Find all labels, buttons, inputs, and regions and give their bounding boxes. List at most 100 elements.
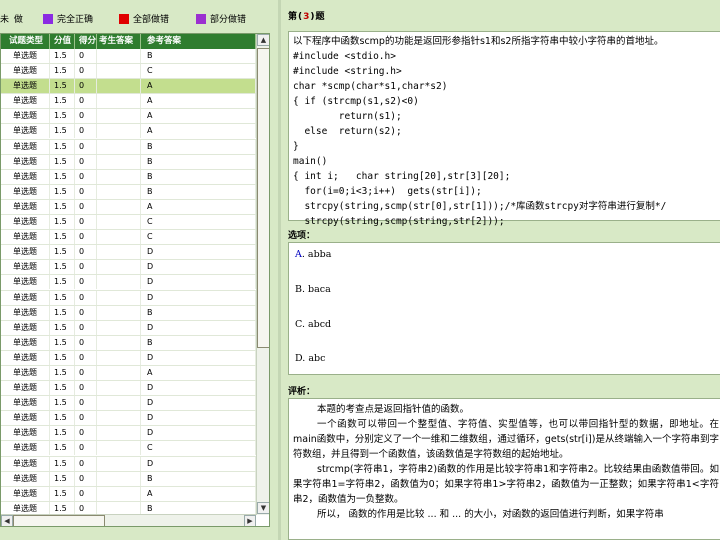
cell-reference-answer: B [141,169,256,184]
table-row[interactable]: 单选题 1.5 0 B [1,305,256,321]
cell-student-answer [97,154,141,169]
table-row[interactable]: 单选题 1.5 0 D [1,245,256,261]
table-row[interactable]: 单选题 1.5 0 C [1,230,256,246]
table-row[interactable]: 单选题 1.5 0 B [1,49,256,65]
cell-student-answer [97,245,141,260]
cell-type: 单选题 [1,230,50,245]
legend-swatch-partial [196,13,206,24]
cell-type: 单选题 [1,275,50,290]
option-a[interactable]: A. abba [295,249,331,260]
option-d[interactable]: D. abc [295,353,325,364]
cell-score: 1.5 [50,350,75,365]
table-row[interactable]: 单选题 1.5 0 B [1,139,256,155]
table-row[interactable]: 单选题 1.5 0 C [1,215,256,231]
cell-score: 1.5 [50,184,75,199]
table-row[interactable]: 单选题 1.5 0 A [1,79,256,95]
cell-got: 0 [75,411,97,426]
right-pane: 第(3)题 以下程序中函数scmp的功能是返回形参指针s1和s2所指字符串中较小… [284,0,720,540]
question-title-suffix: )题 [310,12,326,22]
cell-type: 单选题 [1,381,50,396]
col-header-type[interactable]: 试题类型 [1,34,50,49]
col-header-got[interactable]: 得分 [75,34,97,49]
table-row[interactable]: 单选题 1.5 0 D [1,320,256,336]
option-c[interactable]: C. abcd [295,319,331,330]
table-row[interactable]: 单选题 1.5 0 D [1,456,256,472]
table-row[interactable]: 单选题 1.5 0 D [1,411,256,427]
table-row[interactable]: 单选题 1.5 0 B [1,154,256,170]
vertical-scrollbar[interactable]: ▲ ▼ [256,34,269,515]
pane-splitter[interactable] [278,0,281,540]
table-row[interactable]: 单选题 1.5 0 B [1,335,256,351]
table-row[interactable]: 单选题 1.5 0 D [1,260,256,276]
cell-reference-answer: C [141,64,256,79]
table-row[interactable]: 单选题 1.5 0 A [1,365,256,382]
legend-undone-label: 未 做 [0,15,24,25]
scroll-right-icon[interactable]: ▶ [244,515,256,526]
table-row[interactable]: 单选题 1.5 0 C [1,441,256,457]
scroll-up-icon[interactable]: ▲ [257,34,269,46]
cell-reference-answer: A [141,109,256,124]
cell-type: 单选题 [1,486,50,501]
cell-score: 1.5 [50,305,75,320]
question-line: } [293,141,299,152]
cell-type: 单选题 [1,169,50,184]
table-row[interactable]: 单选题 1.5 0 A [1,486,256,502]
cell-type: 单选题 [1,184,50,199]
cell-student-answer [97,411,141,426]
table-row[interactable]: 单选题 1.5 0 A [1,199,256,216]
vertical-scroll-thumb[interactable] [257,48,269,348]
cell-type: 单选题 [1,396,50,411]
table-row[interactable]: 单选题 1.5 0 B [1,169,256,185]
cell-got: 0 [75,139,97,154]
cell-got: 0 [75,109,97,124]
cell-got: 0 [75,365,97,380]
analysis-paragraph: 一个函数可以带回一个整型值、字符值、实型值等，也可以带回指针型的数据，即地址。在… [293,419,719,460]
cell-student-answer [97,335,141,350]
table-row[interactable]: 单选题 1.5 0 D [1,426,256,442]
question-title-prefix: 第( [288,12,304,22]
cell-type: 单选题 [1,245,50,260]
table-row[interactable]: 单选题 1.5 0 D [1,396,256,412]
table-row[interactable]: 单选题 1.5 0 A [1,109,256,125]
cell-reference-answer: A [141,79,256,94]
question-line: return(s1); [293,111,402,122]
option-b[interactable]: B. baca [295,284,331,295]
horizontal-scrollbar[interactable]: ◀ ▶ [1,514,256,526]
question-text-box[interactable]: 以下程序中函数scmp的功能是返回形参指针s1和s2所指字符串中较小字符串的首地… [288,31,720,227]
cell-reference-answer: A [141,199,256,214]
cell-type: 单选题 [1,335,50,350]
cell-student-answer [97,260,141,275]
scroll-left-icon[interactable]: ◀ [1,515,13,526]
cell-score: 1.5 [50,109,75,124]
cell-got: 0 [75,290,97,305]
table-row[interactable]: 单选题 1.5 0 B [1,471,256,487]
cell-student-answer [97,230,141,245]
scroll-down-icon[interactable]: ▼ [257,502,269,514]
table-row[interactable]: 单选题 1.5 0 D [1,381,256,397]
cell-score: 1.5 [50,426,75,441]
table-row[interactable]: 单选题 1.5 0 D [1,275,256,291]
horizontal-scroll-thumb[interactable] [13,515,105,526]
table-row[interactable]: 单选题 1.5 0 A [1,124,256,140]
cell-type: 单选题 [1,471,50,486]
analysis-label: 评析： [288,387,316,397]
col-header-student[interactable]: 考生答案 [97,34,141,49]
cell-score: 1.5 [50,290,75,305]
table-row[interactable]: 单选题 1.5 0 B [1,184,256,200]
answer-grid[interactable]: 试题类型 分值 得分 考生答案 参考答案 单选题 1.5 0 B 单选题 1.5 0 C 单选题… [0,33,270,527]
cell-student-answer [97,199,141,214]
analysis-text-box[interactable]: 本题的考查点是返回指针值的函数。 一个函数可以带回一个整型值、字符值、实型值等，… [288,398,720,540]
analysis-paragraph: 所以， 函数的作用是比较 ... 和 ... 的大小，对函数的返回值进行判断，如… [317,509,664,520]
legend-swatch-correct [43,13,53,24]
cell-reference-answer: B [141,305,256,320]
table-row[interactable]: 单选题 1.5 0 D [1,350,256,366]
cell-reference-answer: A [141,365,256,380]
cell-type: 单选题 [1,350,50,365]
col-header-answer[interactable]: 参考答案 [141,34,256,49]
cell-reference-answer: D [141,260,256,275]
table-row[interactable]: 单选题 1.5 0 D [1,290,256,306]
col-header-score[interactable]: 分值 [50,34,75,49]
table-row[interactable]: 单选题 1.5 0 C [1,64,256,80]
table-row[interactable]: 单选题 1.5 0 A [1,94,256,110]
cell-score: 1.5 [50,486,75,501]
